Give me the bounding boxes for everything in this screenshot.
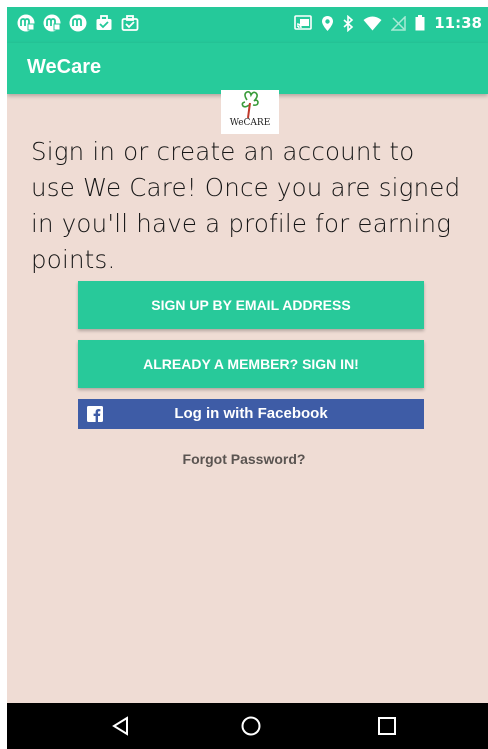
home-circle-icon bbox=[241, 716, 261, 736]
back-button[interactable] bbox=[91, 703, 151, 749]
no-signal-icon bbox=[391, 15, 406, 31]
intro-text: Sign in or create an account to use We C… bbox=[31, 137, 461, 274]
home-button[interactable] bbox=[221, 703, 281, 749]
device-screen: 11:38 WeCare WeCARE Sign in or create an… bbox=[7, 7, 488, 749]
logo-text: WeCARE bbox=[229, 118, 271, 128]
notification-app-icon bbox=[17, 14, 35, 32]
notification-app-icon bbox=[69, 14, 87, 32]
app-title: WeCare bbox=[27, 56, 102, 78]
sign-in-button[interactable]: ALREADY A MEMBER? SIGN IN! bbox=[78, 340, 424, 388]
wifi-icon bbox=[363, 16, 382, 30]
app-bar: WeCare bbox=[7, 43, 488, 94]
forgot-password-link[interactable]: Forgot Password? bbox=[7, 451, 488, 467]
status-right-icons: 11:38 bbox=[294, 14, 482, 32]
sign-up-email-button[interactable]: SIGN UP BY EMAIL ADDRESS bbox=[78, 281, 424, 329]
recent-apps-square-icon bbox=[378, 717, 396, 735]
briefcase-check-icon bbox=[121, 15, 139, 31]
facebook-login-label: Log in with Facebook bbox=[174, 405, 328, 422]
battery-icon bbox=[415, 15, 425, 31]
navigation-bar bbox=[7, 703, 488, 749]
back-triangle-icon bbox=[112, 716, 128, 736]
notification-app-icon bbox=[43, 14, 61, 32]
wecare-logo: WeCARE bbox=[221, 90, 279, 134]
status-left-icons bbox=[17, 14, 139, 32]
status-bar: 11:38 bbox=[7, 7, 488, 43]
briefcase-icon bbox=[96, 15, 112, 30]
tree-heart-logo-icon bbox=[241, 91, 259, 119]
cast-icon bbox=[294, 15, 313, 30]
recent-apps-button[interactable] bbox=[357, 703, 417, 749]
location-icon bbox=[322, 15, 334, 31]
facebook-login-button[interactable]: Log in with Facebook bbox=[78, 399, 424, 429]
status-time: 11:38 bbox=[434, 14, 482, 32]
bluetooth-icon bbox=[343, 14, 354, 32]
